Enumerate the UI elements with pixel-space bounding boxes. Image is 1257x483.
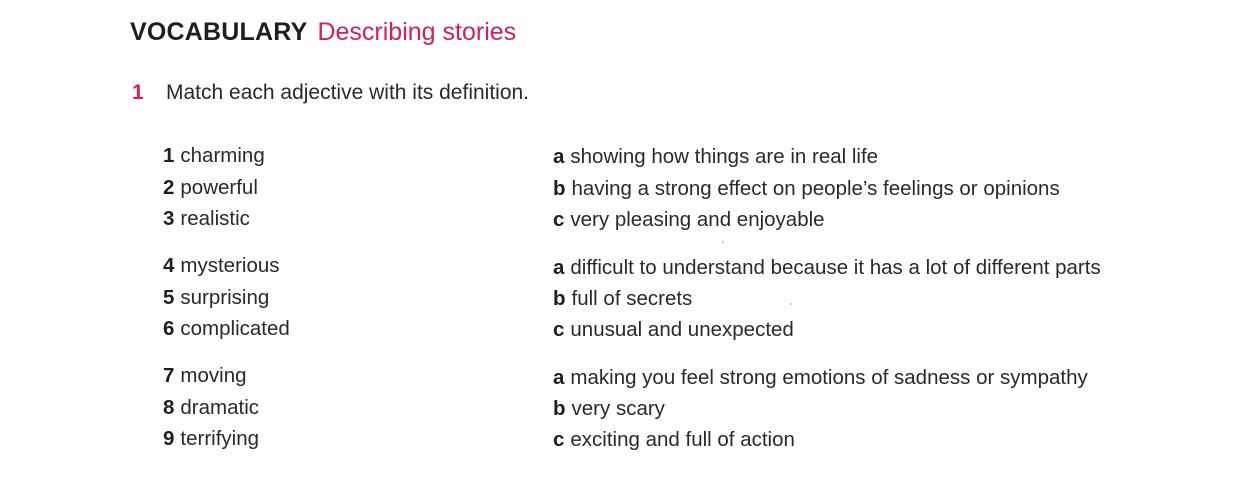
adjective-item: 2 powerful bbox=[163, 176, 258, 199]
definition-text: very pleasing and enjoyable bbox=[570, 208, 825, 231]
definition-letter: a bbox=[553, 366, 565, 389]
adjective-word: surprising bbox=[180, 286, 270, 309]
adjective-word: terrifying bbox=[180, 427, 260, 450]
adjective-number: 8 bbox=[163, 396, 175, 419]
adjective-number: 7 bbox=[163, 364, 175, 387]
definition-letter: b bbox=[553, 287, 566, 310]
definition-letter: a bbox=[553, 145, 565, 168]
definition-text: very scary bbox=[571, 397, 665, 420]
exercise-instruction: 1 Match each adjective with its definitio… bbox=[132, 82, 529, 103]
adjective-word: mysterious bbox=[180, 254, 280, 277]
definition-letter: c bbox=[553, 208, 565, 231]
definition-letter: c bbox=[553, 318, 565, 341]
scan-speck bbox=[790, 303, 792, 305]
adjective-item: 7 moving bbox=[163, 364, 247, 387]
adjective-item: 3 realistic bbox=[163, 207, 250, 230]
adjective-word: powerful bbox=[180, 176, 258, 199]
definition-text: having a strong effect on people’s feeli… bbox=[571, 177, 1060, 200]
adjective-word: dramatic bbox=[180, 396, 260, 419]
adjective-item: 4 mysterious bbox=[163, 254, 280, 277]
definition-text: difficult to understand because it has a… bbox=[570, 256, 1101, 279]
heading-keyword: VOCABULARY bbox=[130, 18, 308, 46]
adjective-number: 3 bbox=[163, 207, 175, 230]
adjective-number: 5 bbox=[163, 286, 175, 309]
adjective-item: 8 dramatic bbox=[163, 396, 260, 419]
adjective-word: moving bbox=[180, 364, 247, 387]
adjective-number: 9 bbox=[163, 427, 175, 450]
definition-item: c very pleasing and enjoyable bbox=[553, 208, 825, 231]
heading-subtitle: Describing stories bbox=[317, 18, 517, 46]
definition-item: a difficult to understand because it has … bbox=[553, 256, 1101, 279]
adjective-word: realistic bbox=[180, 207, 250, 230]
adjective-item: 5 surprising bbox=[163, 286, 270, 309]
adjective-number: 1 bbox=[163, 144, 175, 167]
adjective-word: complicated bbox=[180, 317, 290, 340]
definition-item: c unusual and unexpected bbox=[553, 318, 794, 341]
exercise-number: 1 bbox=[132, 81, 144, 104]
definition-text: showing how things are in real life bbox=[570, 145, 879, 168]
definition-letter: c bbox=[553, 428, 565, 451]
adjective-number: 2 bbox=[163, 176, 175, 199]
definition-text: making you feel strong emotions of sadne… bbox=[570, 366, 1088, 389]
definition-item: a making you feel strong emotions of sadn… bbox=[553, 366, 1088, 389]
adjective-item: 6 complicated bbox=[163, 317, 290, 340]
definition-letter: b bbox=[553, 397, 566, 420]
definition-letter: a bbox=[553, 256, 565, 279]
adjective-item: 9 terrifying bbox=[163, 427, 260, 450]
definition-text: exciting and full of action bbox=[570, 428, 795, 451]
definition-text: unusual and unexpected bbox=[570, 318, 794, 341]
adjective-number: 4 bbox=[163, 254, 175, 277]
definition-item: b having a strong effect on people’s feel… bbox=[553, 177, 1060, 200]
definition-text: full of secrets bbox=[571, 287, 693, 310]
scan-speck bbox=[722, 241, 724, 243]
section-heading: VOCABULARY Describing stories bbox=[130, 20, 516, 45]
definition-letter: b bbox=[553, 177, 566, 200]
adjective-word: charming bbox=[180, 144, 265, 167]
adjective-item: 1 charming bbox=[163, 144, 265, 167]
definition-item: b full of secrets bbox=[553, 287, 693, 310]
instruction-text: Match each adjective with its definition… bbox=[166, 81, 530, 104]
definition-item: a showing how things are in real life bbox=[553, 145, 879, 168]
definition-item: b very scary bbox=[553, 397, 665, 420]
definition-item: c exciting and full of action bbox=[553, 428, 795, 451]
adjective-number: 6 bbox=[163, 317, 175, 340]
